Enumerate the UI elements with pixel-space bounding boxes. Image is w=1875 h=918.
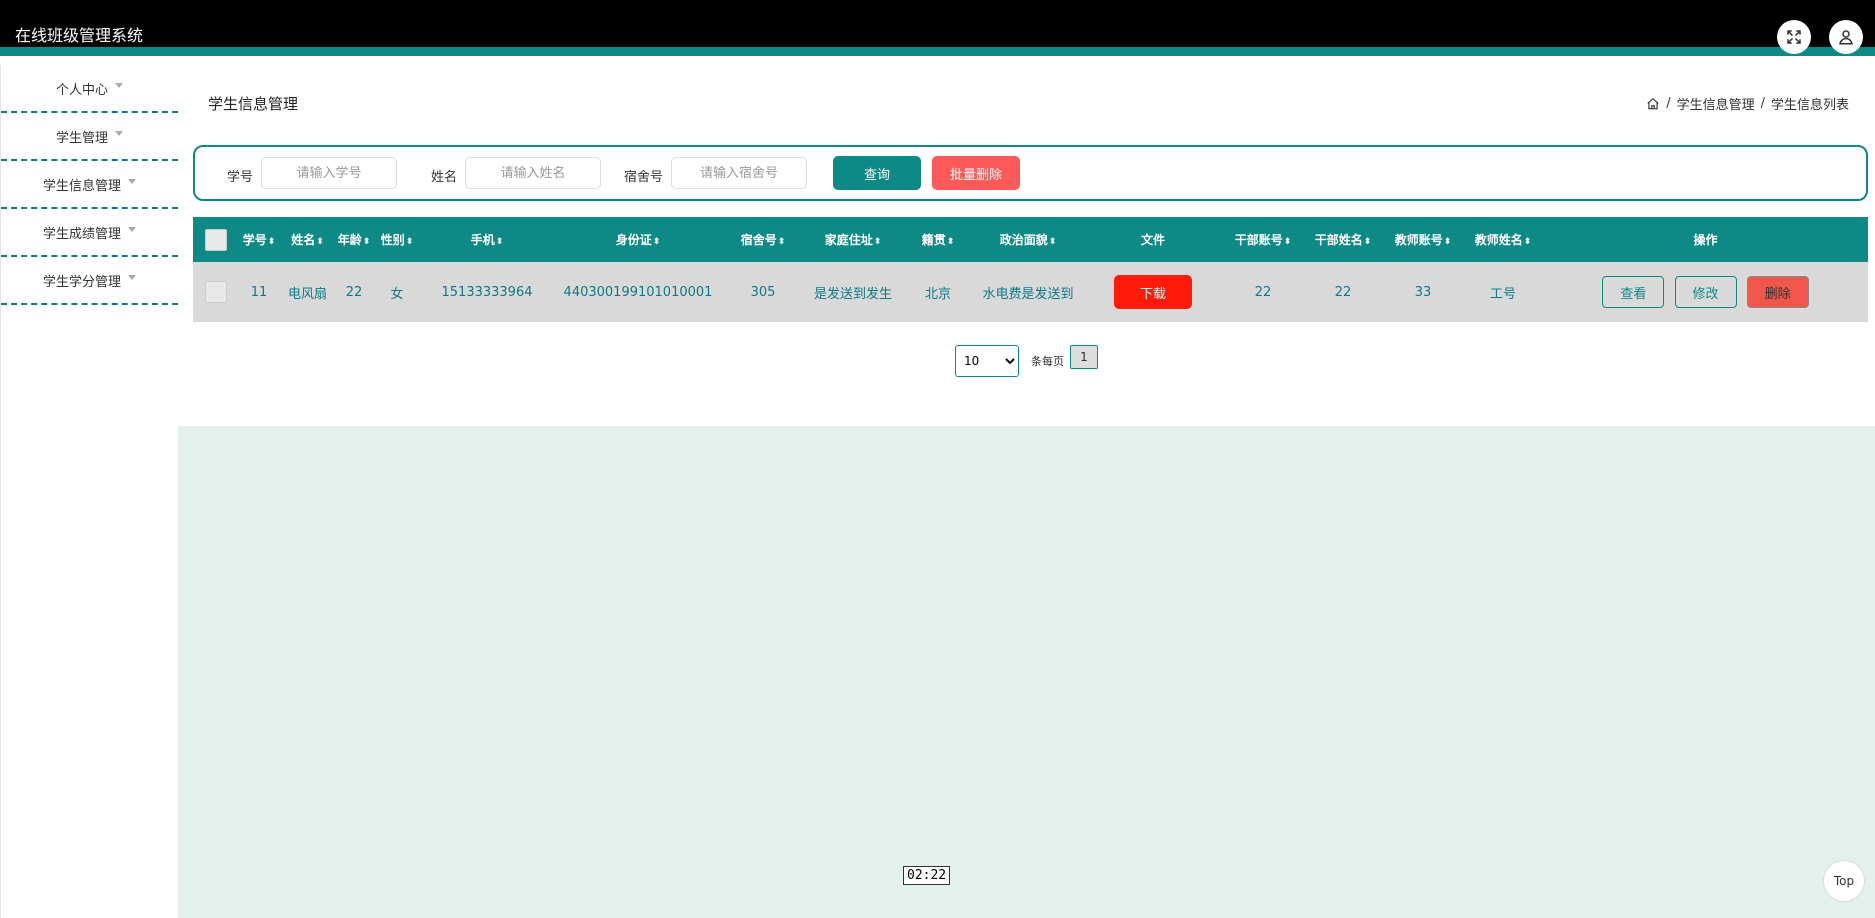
- dorm-label: 宿舍号: [624, 170, 664, 185]
- sort-icon: ⬍: [405, 237, 414, 247]
- table-header: 学号⬍ 姓名⬍ 年龄⬍ 性别⬍ 手机⬍ 身份证⬍ 宿舍号⬍ 家庭住址⬍ 籍贯⬍ …: [193, 217, 1868, 262]
- caret-down-icon: [128, 178, 136, 184]
- caret-down-icon: [128, 274, 136, 280]
- column-header[interactable]: 籍贯⬍: [903, 217, 973, 262]
- caret-down-icon: [128, 226, 136, 232]
- cell-age: 22: [345, 284, 363, 300]
- per-page-label: 条每页: [1031, 355, 1064, 368]
- search-form: 学号 姓名 宿舍号 查询 批量删除: [193, 145, 1868, 201]
- dorm-input[interactable]: [671, 157, 807, 189]
- cell-cadre-name: 22: [1334, 284, 1352, 300]
- column-header[interactable]: 性别⬍: [373, 217, 421, 262]
- sort-icon: ⬍: [1048, 237, 1057, 247]
- sidebar: 个人中心 学生管理 学生信息管理 学生成绩管理 学生学分管理: [0, 65, 178, 918]
- query-button[interactable]: 查询: [833, 156, 921, 190]
- sort-icon: ⬍: [1363, 237, 1372, 247]
- caret-down-icon: [115, 82, 123, 88]
- sort-icon: ⬍: [652, 237, 661, 247]
- breadcrumb-separator: /: [1666, 96, 1671, 111]
- sidebar-item-student-management[interactable]: 学生管理: [1, 113, 178, 161]
- user-button[interactable]: [1829, 20, 1863, 54]
- cell-native: 北京: [924, 286, 951, 302]
- view-button[interactable]: 查看: [1602, 276, 1665, 308]
- sort-icon: ⬍: [495, 237, 504, 247]
- cell-student-no: 11: [250, 284, 268, 300]
- fullscreen-icon: [1787, 30, 1801, 44]
- column-header[interactable]: 学号⬍: [238, 217, 280, 262]
- name-input[interactable]: [465, 157, 601, 189]
- sort-icon: ⬍: [267, 237, 276, 247]
- cell-teacher-account: 33: [1414, 284, 1432, 300]
- sidebar-item-student-credit[interactable]: 学生学分管理: [1, 257, 178, 305]
- batch-delete-button[interactable]: 批量删除: [932, 156, 1020, 190]
- column-header[interactable]: 干部姓名⬍: [1303, 217, 1383, 262]
- cell-political: 水电费是发送到: [982, 286, 1074, 302]
- page-size-select[interactable]: 10: [955, 345, 1019, 377]
- top-bar: 在线班级管理系统: [0, 0, 1875, 56]
- content-background: [178, 426, 1875, 918]
- download-button[interactable]: 下载: [1114, 275, 1192, 309]
- cell-name: 电风扇: [287, 286, 327, 302]
- column-header[interactable]: 年龄⬍: [335, 217, 373, 262]
- sidebar-item-personal-center[interactable]: 个人中心: [1, 65, 178, 113]
- column-header: 文件: [1140, 233, 1165, 247]
- fullscreen-button[interactable]: [1777, 20, 1811, 54]
- page-title: 学生信息管理: [208, 95, 299, 113]
- cell-address: 是发送到发生: [813, 286, 892, 302]
- sort-icon: ⬍: [1443, 237, 1452, 247]
- column-header[interactable]: 教师账号⬍: [1383, 217, 1463, 262]
- column-header: 操作: [1693, 233, 1718, 247]
- cell-file: 下载: [1083, 262, 1223, 322]
- pagination: 10 条每页 1: [955, 345, 1098, 377]
- delete-button[interactable]: 删除: [1746, 276, 1809, 308]
- column-header[interactable]: 手机⬍: [421, 217, 553, 262]
- sidebar-item-student-score[interactable]: 学生成绩管理: [1, 209, 178, 257]
- home-icon[interactable]: [1646, 97, 1660, 111]
- column-header[interactable]: 干部账号⬍: [1223, 217, 1303, 262]
- cell-teacher-name: 工号: [1489, 286, 1516, 302]
- main-content: 学生信息管理 / 学生信息管理 / 学生信息列表 学号 姓名 宿舍号 查询 批量…: [178, 65, 1875, 426]
- app-title: 在线班级管理系统: [15, 26, 144, 45]
- edit-button[interactable]: 修改: [1674, 276, 1737, 308]
- sidebar-item-student-info[interactable]: 学生信息管理: [1, 161, 178, 209]
- student-no-input[interactable]: [261, 157, 397, 189]
- back-to-top-button[interactable]: Top: [1823, 860, 1865, 902]
- cell-phone: 15133333964: [441, 284, 533, 300]
- cell-id-card: 440300199101010001: [563, 284, 713, 300]
- column-header[interactable]: 宿舍号⬍: [723, 217, 803, 262]
- column-header[interactable]: 身份证⬍: [553, 217, 723, 262]
- column-header[interactable]: 姓名⬍: [280, 217, 335, 262]
- breadcrumb-separator: /: [1760, 96, 1765, 111]
- cell-actions: 查看 修改 删除: [1543, 262, 1868, 322]
- sort-icon: ⬍: [362, 237, 371, 247]
- sort-icon: ⬍: [873, 237, 882, 247]
- column-header[interactable]: 教师姓名⬍: [1463, 217, 1543, 262]
- student-no-label: 学号: [227, 170, 254, 185]
- page-number[interactable]: 1: [1070, 345, 1098, 369]
- student-table: 学号⬍ 姓名⬍ 年龄⬍ 性别⬍ 手机⬍ 身份证⬍ 宿舍号⬍ 家庭住址⬍ 籍贯⬍ …: [193, 217, 1868, 322]
- name-label: 姓名: [431, 170, 458, 185]
- breadcrumb-level1[interactable]: 学生信息管理: [1677, 94, 1755, 113]
- breadcrumb-level2: 学生信息列表: [1770, 98, 1849, 113]
- column-header[interactable]: 家庭住址⬍: [803, 217, 903, 262]
- select-all-checkbox[interactable]: [193, 217, 238, 262]
- table-row: 11 电风扇 22 女 15133333964 4403001991010100…: [193, 262, 1868, 322]
- breadcrumb: / 学生信息管理 / 学生信息列表: [1646, 94, 1849, 113]
- cell-cadre-account: 22: [1254, 284, 1272, 300]
- row-checkbox[interactable]: [193, 262, 238, 322]
- column-header[interactable]: 政治面貌⬍: [973, 217, 1083, 262]
- sort-icon: ⬍: [946, 237, 955, 247]
- sort-icon: ⬍: [1283, 237, 1292, 247]
- video-timestamp: 02:22: [903, 866, 951, 885]
- sort-icon: ⬍: [777, 237, 786, 247]
- cell-dorm: 305: [750, 284, 776, 300]
- cell-gender: 女: [390, 286, 404, 302]
- caret-down-icon: [115, 130, 123, 136]
- sort-icon: ⬍: [1523, 237, 1532, 247]
- sort-icon: ⬍: [316, 237, 324, 247]
- user-icon: [1839, 30, 1853, 45]
